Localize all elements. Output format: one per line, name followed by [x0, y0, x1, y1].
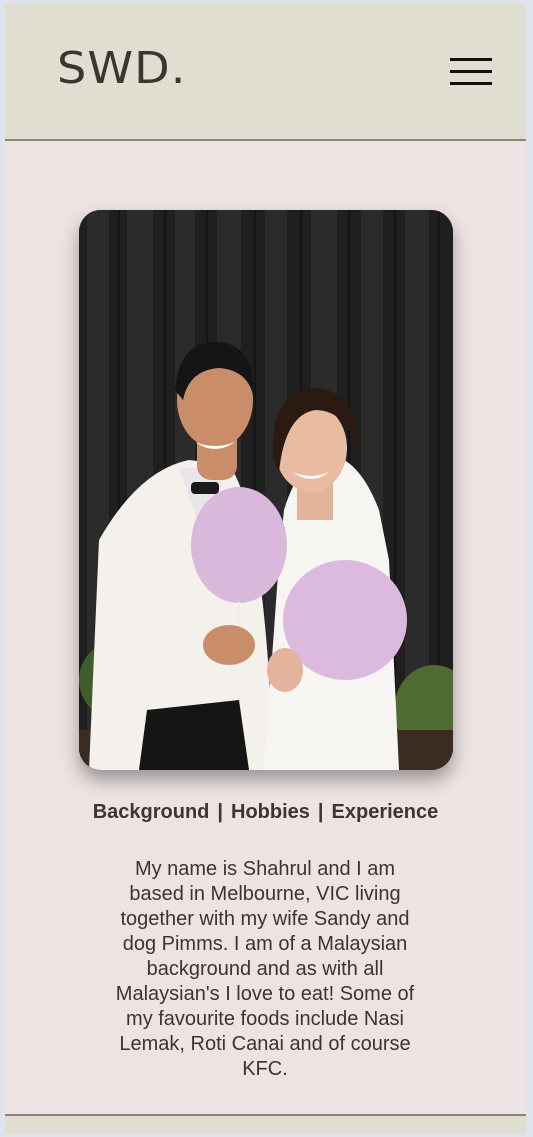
tab-separator: | [317, 801, 324, 823]
menu-bar [450, 70, 492, 73]
couple-photo-illustration [79, 210, 453, 770]
page-frame: SWD. Background | Hobbies | Experience M… [5, 3, 526, 1134]
menu-bar [450, 58, 492, 61]
profile-photo [79, 210, 453, 770]
site-header: SWD. [5, 3, 526, 141]
tab-separator: | [217, 801, 224, 823]
bio-text: My name is Shahrul and I am based in Mel… [115, 858, 415, 1080]
site-logo[interactable]: SWD. [57, 47, 186, 91]
hamburger-menu-icon[interactable] [450, 58, 492, 88]
section-tabs: Background | Hobbies | Experience [5, 801, 526, 824]
menu-bar [450, 82, 492, 85]
tab-hobbies[interactable]: Hobbies [231, 801, 310, 823]
tab-background[interactable]: Background [93, 801, 210, 823]
site-footer [5, 1116, 526, 1134]
tab-experience[interactable]: Experience [332, 801, 439, 823]
